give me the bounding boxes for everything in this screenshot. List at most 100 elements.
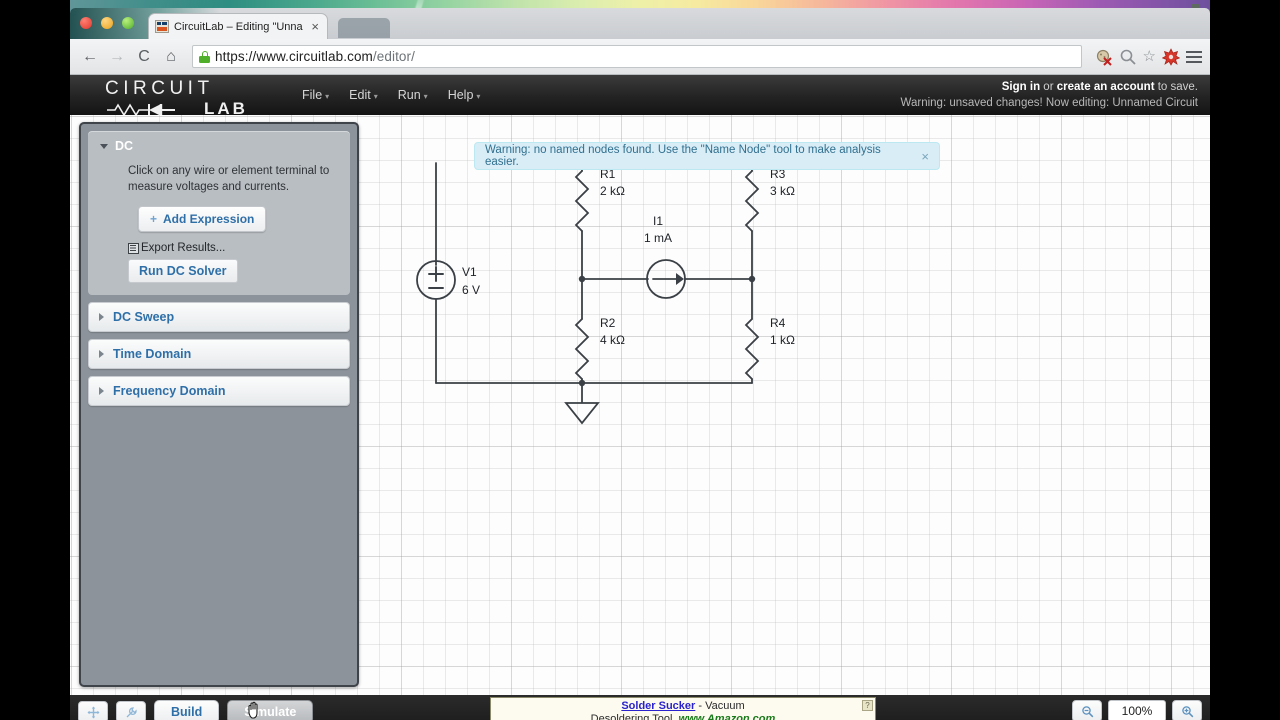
panel-frequency-domain-label: Frequency Domain bbox=[113, 384, 226, 398]
unsaved-warning: Warning: unsaved changes! Now editing: U… bbox=[900, 97, 1198, 109]
plus-icon: + bbox=[150, 212, 158, 226]
panel-dc-sweep-label: DC Sweep bbox=[113, 310, 175, 324]
back-button[interactable]: ← bbox=[78, 45, 102, 69]
label-v1-value: 6 V bbox=[462, 283, 480, 297]
menu-file-label: File bbox=[302, 88, 323, 102]
junction-dot-left bbox=[578, 275, 586, 283]
move-tool-button[interactable] bbox=[78, 701, 108, 720]
reload-button[interactable]: C bbox=[132, 45, 156, 69]
account-or: or bbox=[1040, 81, 1057, 93]
menu-run-label: Run bbox=[397, 88, 421, 102]
maximize-window-button[interactable] bbox=[122, 17, 134, 29]
address-bar[interactable]: https://www.circuitlab.com/editor/ bbox=[192, 45, 1082, 68]
canvas-warning-banner: Warning: no named nodes found. Use the "… bbox=[474, 142, 940, 170]
new-tab-button[interactable] bbox=[338, 18, 390, 38]
canvas-warning-text: Warning: no named nodes found. Use the "… bbox=[485, 144, 881, 168]
panel-dc: DC Click on any wire or element terminal… bbox=[88, 131, 350, 295]
label-i1-value: 1 mA bbox=[644, 231, 672, 245]
app-bottom-toolbar: Build Simulate Solder Sucker - Vacuum De… bbox=[70, 695, 1210, 720]
forward-button[interactable]: → bbox=[105, 45, 129, 69]
search-icon[interactable] bbox=[1119, 48, 1137, 66]
zoom-in-button[interactable] bbox=[1172, 700, 1202, 720]
add-expression-button[interactable]: + Add Expression bbox=[138, 206, 267, 232]
panel-dc-header[interactable]: DC bbox=[96, 137, 342, 163]
menu-help[interactable]: Help ▾ bbox=[448, 88, 481, 102]
menu-file[interactable]: File ▾ bbox=[302, 88, 329, 102]
label-r1-value: 2 kΩ bbox=[600, 184, 625, 198]
export-icon bbox=[128, 242, 139, 254]
label-r4-name: R4 bbox=[770, 316, 786, 330]
wrench-icon bbox=[126, 706, 137, 717]
panel-time-domain-label: Time Domain bbox=[113, 347, 192, 361]
browser-window: CircuitLab – Editing "Unna × ← → C ⌂ htt… bbox=[70, 8, 1210, 720]
r3-zigzag bbox=[744, 170, 760, 232]
ad-line-2: Desoldering Tool. www.Amazon.com bbox=[491, 713, 875, 720]
create-account-link[interactable]: create an account bbox=[1057, 81, 1155, 93]
account-to-save: to save. bbox=[1154, 81, 1198, 93]
minimize-window-button[interactable] bbox=[101, 17, 113, 29]
r4-zigzag bbox=[744, 318, 760, 380]
browser-menu-icon[interactable] bbox=[1186, 50, 1202, 63]
export-results-row[interactable]: Export Results... bbox=[96, 232, 342, 254]
label-r2-name: R2 bbox=[600, 316, 616, 330]
resistor-diode-logo-icon bbox=[107, 103, 175, 116]
advertisement-banner[interactable]: Solder Sucker - Vacuum Desoldering Tool.… bbox=[490, 697, 876, 720]
account-status: Sign in or create an account to save. Wa… bbox=[901, 79, 1198, 111]
extension-icon[interactable] bbox=[1161, 47, 1181, 66]
ad-line-1: Solder Sucker - Vacuum bbox=[491, 700, 875, 713]
account-signin-line: Sign in or create an account to save. bbox=[901, 79, 1198, 95]
menu-help-label: Help bbox=[447, 88, 474, 102]
panel-frequency-domain[interactable]: Frequency Domain bbox=[88, 376, 350, 406]
run-solver-row: Run DC Solver bbox=[96, 254, 342, 283]
app-body: R1 2 kΩ R2 4 kΩ R3 3 kΩ R4 1 kΩ V1 6 V I… bbox=[70, 115, 1210, 695]
close-icon[interactable]: × bbox=[913, 149, 929, 164]
add-expression-row: + Add Expression bbox=[96, 195, 342, 232]
bookmark-star-icon[interactable]: ☆ bbox=[1143, 48, 1156, 66]
sign-in-link[interactable]: Sign in bbox=[1002, 81, 1040, 93]
panel-dc-title: DC bbox=[115, 139, 134, 153]
zoom-out-button[interactable] bbox=[1072, 700, 1102, 720]
move-arrows-icon bbox=[87, 706, 99, 718]
blocked-plugin-icon[interactable] bbox=[1095, 48, 1113, 66]
circuitlab-logo[interactable]: CIRCUIT LAB bbox=[105, 78, 265, 118]
v1-plus-sign bbox=[428, 266, 444, 282]
label-i1-name: I1 bbox=[653, 214, 663, 228]
menu-edit-label: Edit bbox=[349, 88, 371, 102]
label-r4-value: 1 kΩ bbox=[770, 333, 795, 347]
label-r3-value: 3 kΩ bbox=[770, 184, 795, 198]
chevron-down-icon: ▾ bbox=[373, 92, 378, 101]
panel-time-domain[interactable]: Time Domain bbox=[88, 339, 350, 369]
select-tool-button[interactable] bbox=[116, 701, 146, 720]
url-text: https://www.circuitlab.com/editor/ bbox=[215, 49, 415, 64]
export-results-label: Export Results... bbox=[141, 242, 226, 254]
browser-tab[interactable]: CircuitLab – Editing "Unna × bbox=[148, 13, 328, 39]
menu-run[interactable]: Run ▾ bbox=[398, 88, 428, 102]
chevron-down-icon: ▾ bbox=[423, 92, 428, 101]
close-window-button[interactable] bbox=[80, 17, 92, 29]
ad-link[interactable]: Solder Sucker bbox=[621, 700, 695, 712]
menu-edit[interactable]: Edit ▾ bbox=[349, 88, 378, 102]
run-dc-solver-button[interactable]: Run DC Solver bbox=[128, 259, 238, 283]
chevron-down-icon bbox=[100, 143, 108, 149]
ad-help-icon[interactable]: ? bbox=[862, 700, 873, 711]
chevron-right-icon bbox=[99, 350, 104, 358]
chevron-right-icon bbox=[99, 387, 104, 395]
tab-title: CircuitLab – Editing "Unna bbox=[174, 20, 303, 33]
logo-text-circuit: CIRCUIT bbox=[105, 78, 214, 99]
screen: CircuitLab – Editing "Unna × ← → C ⌂ htt… bbox=[0, 0, 1280, 720]
zoom-out-icon bbox=[1081, 705, 1093, 717]
label-v1-name: V1 bbox=[462, 265, 477, 279]
simulate-button[interactable]: Simulate bbox=[227, 700, 314, 720]
https-lock-icon bbox=[199, 50, 210, 63]
circuitlab-favicon-icon bbox=[155, 20, 169, 33]
junction-dot-right bbox=[748, 275, 756, 283]
home-button[interactable]: ⌂ bbox=[159, 45, 183, 69]
chevron-right-icon bbox=[99, 313, 104, 321]
app-menubar: File ▾ Edit ▾ Run ▾ Help ▾ bbox=[302, 75, 480, 115]
ground-symbol bbox=[564, 383, 600, 425]
url-path: /editor/ bbox=[372, 49, 415, 64]
build-button[interactable]: Build bbox=[154, 700, 220, 720]
panel-dc-sweep[interactable]: DC Sweep bbox=[88, 302, 350, 332]
tab-close-icon[interactable]: × bbox=[309, 20, 321, 33]
zoom-level-display[interactable]: 100% bbox=[1108, 700, 1166, 720]
